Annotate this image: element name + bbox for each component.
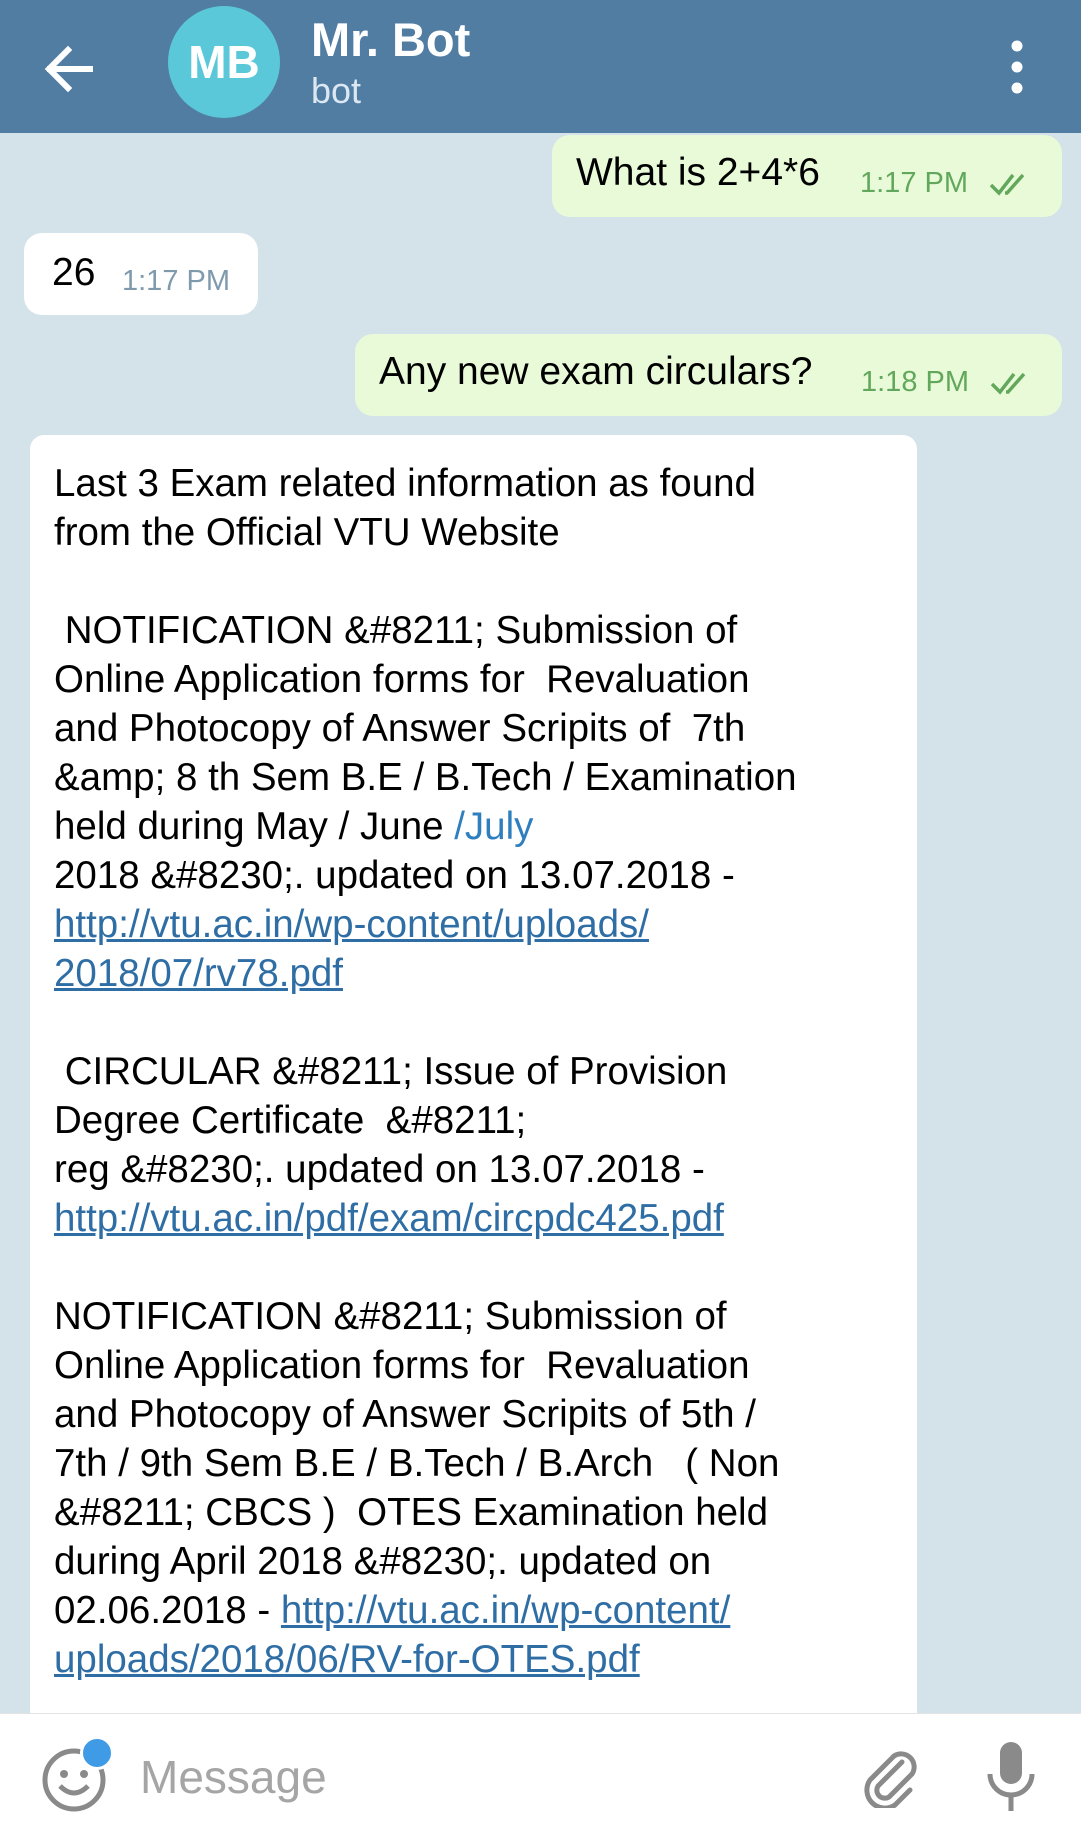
double-check-icon: [990, 372, 1026, 395]
outgoing-message[interactable]: Any new exam circulars? 1:18 PM: [355, 334, 1062, 416]
notification-1-text: NOTIFICATION &#8211; Submission of Onlin…: [54, 609, 797, 848]
chat-subtitle: bot: [311, 70, 362, 111]
circular-text: CIRCULAR &#8211; Issue of Provision Degr…: [54, 1050, 728, 1191]
message-intro: Last 3 Exam related information as found…: [54, 462, 756, 554]
message-time: 1:18 PM: [861, 366, 969, 398]
chat-header: MB Mr. Bot bot: [0, 0, 1081, 133]
arrow-left-icon[interactable]: [38, 38, 100, 100]
message-text: Last 3 Exam related information as found…: [54, 459, 894, 1684]
notification-1-date: 2018 &#8230;. updated on 13.07.2018 -: [54, 854, 735, 897]
avatar[interactable]: MB: [168, 6, 280, 118]
circular-link[interactable]: http://vtu.ac.in/pdf/exam/circpdc425.pdf: [54, 1197, 724, 1240]
message-text: Any new exam circulars?: [379, 350, 813, 393]
message-time: 1:17 PM: [860, 167, 968, 199]
incoming-message[interactable]: Last 3 Exam related information as found…: [30, 435, 917, 1713]
message-input[interactable]: [138, 1740, 792, 1814]
chat-title[interactable]: Mr. Bot: [311, 12, 470, 67]
more-vertical-icon[interactable]: [1002, 37, 1032, 97]
outgoing-message[interactable]: What is 2+4*6 1:17 PM: [552, 135, 1062, 217]
double-check-icon: [989, 173, 1025, 196]
avatar-initials: MB: [188, 36, 260, 88]
message-time: 1:17 PM: [122, 265, 230, 297]
message-input-bar: [0, 1713, 1081, 1840]
notification-2-text: NOTIFICATION &#8211; Submission of Onlin…: [54, 1295, 780, 1632]
notification-1-link[interactable]: http://vtu.ac.in/wp-content/uploads/ 201…: [54, 903, 649, 995]
paperclip-icon[interactable]: [858, 1744, 922, 1808]
chat-area[interactable]: What is 2+4*6 1:17 PM 26 1:17 PM Any new…: [0, 133, 1081, 1713]
message-text: What is 2+4*6: [576, 151, 820, 194]
incoming-message[interactable]: 26 1:17 PM: [24, 233, 258, 315]
message-text: 26: [52, 251, 96, 294]
notification-1-highlight[interactable]: /July: [454, 805, 533, 848]
microphone-icon[interactable]: [981, 1738, 1041, 1818]
notification-dot: [80, 1736, 114, 1770]
